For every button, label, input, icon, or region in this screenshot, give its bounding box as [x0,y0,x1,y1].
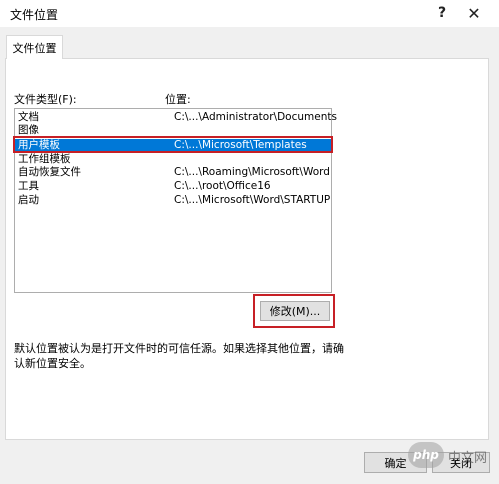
watermark-badge: php [408,442,444,468]
list-item[interactable]: 工具 C:\...\root\Office16 [15,180,331,193]
list-item-type: 工作组模板 [18,153,71,165]
file-type-header: 文件类型(F): [14,93,77,106]
close-icon[interactable]: ✕ [460,2,488,24]
list-item[interactable]: 自动恢复文件 C:\...\Roaming\Microsoft\Word [15,166,331,179]
list-item[interactable]: 启动 C:\...\Microsoft\Word\STARTUP [15,194,331,207]
title-bar: 文件位置 ? ✕ [0,0,499,27]
modify-button[interactable]: 修改(M)... [260,301,330,321]
list-item[interactable]: 图像 [15,124,331,137]
list-item-selected[interactable]: 用户模板 C:\...\Microsoft\Templates [15,139,331,152]
list-item-path: C:\...\Microsoft\Word\STARTUP [174,194,331,206]
location-header: 位置: [165,93,191,106]
list-item-type: 图像 [18,124,39,136]
list-item-type: 用户模板 [18,139,60,151]
help-button[interactable]: ? [428,2,456,24]
tab-label: 文件位置 [12,41,57,55]
list-item-type: 工具 [18,180,39,192]
watermark-text: 中文网 [448,451,488,466]
list-item[interactable]: 工作组模板 [15,153,331,166]
list-item-path: C:\...\Microsoft\Templates [174,139,307,151]
list-item-type: 文档 [18,111,39,123]
list-item-path: C:\...\Roaming\Microsoft\Word [174,166,330,178]
file-locations-list[interactable]: 文档 C:\...\Administrator\Documents 图像 用户模… [14,108,337,293]
list-item-path: C:\...\Administrator\Documents [174,111,337,123]
tab-file-locations[interactable]: 文件位置 [6,35,63,59]
list-item-type: 自动恢复文件 [18,166,81,178]
dialog-title: 文件位置 [10,8,59,22]
list-item-type: 启动 [18,194,39,206]
list-item-path: C:\...\root\Office16 [174,180,271,192]
trust-note: 默认位置被认为是打开文件时的可信任源。如果选择其他位置，请确认新位置安全。 [14,342,344,370]
list-item[interactable]: 文档 C:\...\Administrator\Documents [15,111,337,124]
